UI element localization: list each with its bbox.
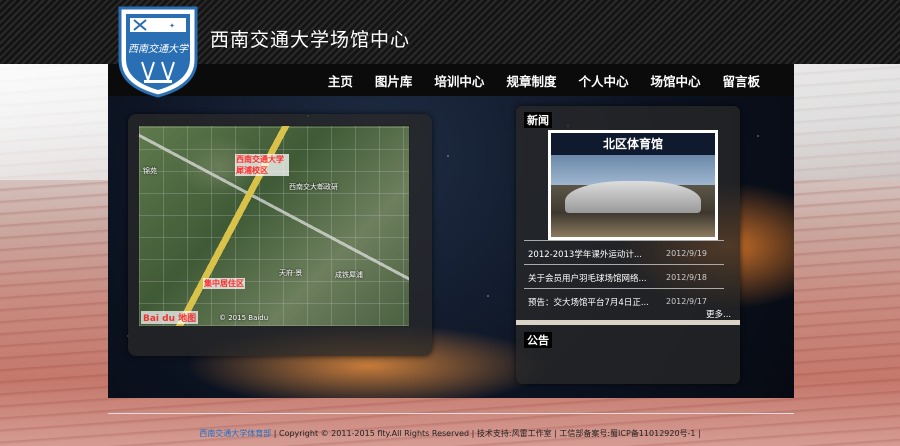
map-copyright: © 2015 Baidu [219, 314, 269, 322]
map-label: 锦苑 [143, 167, 157, 175]
news-date: 2012/9/19 [666, 249, 708, 258]
notice-divider [516, 320, 740, 325]
map-label-residential: 集中居住区 [203, 278, 245, 289]
site-title: 西南交通大学场馆中心 [210, 29, 411, 51]
nav-item-home[interactable]: 主页 [328, 71, 353, 90]
nav-item-rules[interactable]: 规章制度 [506, 71, 556, 90]
footer-org-link[interactable]: 西南交通大学体育部 [199, 429, 271, 438]
news-panel: 新闻 北区体育馆 2012-2013学年课外运动计... 2012/9/19 关… [516, 106, 740, 384]
main-nav: 主页 图片库 培训中心 规章制度 个人中心 场馆中心 留言板 [108, 64, 794, 96]
svg-text:✦: ✦ [169, 22, 175, 30]
news-photo[interactable]: 北区体育馆 [548, 130, 718, 240]
divider [524, 240, 724, 241]
nav-item-personal[interactable]: 个人中心 [578, 71, 628, 90]
news-heading: 新闻 [524, 112, 552, 128]
map-panel: 锦苑 西南交通大学犀浦校区 西南交大郫政研 集中居住区 天府·景 成铁犀浦 Ba… [128, 114, 432, 356]
main-content: 锦苑 西南交通大学犀浦校区 西南交大郫政研 集中居住区 天府·景 成铁犀浦 Ba… [108, 96, 794, 398]
map-label: 西南交大郫政研 [289, 183, 338, 191]
map-label: 天府·景 [279, 269, 303, 277]
nav-item-guestbook[interactable]: 留言板 [722, 71, 760, 90]
stadium-image [565, 181, 701, 213]
photo-caption: 北区体育馆 [602, 137, 663, 151]
news-date: 2012/9/18 [666, 273, 708, 282]
notice-heading: 公告 [524, 332, 552, 348]
footer-divider [108, 413, 794, 414]
news-item[interactable]: 预告：交大场馆平台7月4日正... [528, 296, 649, 308]
nav-item-gallery[interactable]: 图片库 [375, 71, 413, 90]
map-label-campus: 西南交通大学犀浦校区 [235, 154, 289, 176]
news-date: 2012/9/17 [666, 297, 708, 306]
divider [524, 264, 724, 265]
nav-item-venues[interactable]: 场馆中心 [650, 71, 700, 90]
baidu-map-logo: Bai du 地图 [141, 311, 199, 324]
news-item[interactable]: 关于会员用户羽毛球场馆网络... [528, 272, 647, 284]
divider [524, 288, 724, 289]
footer: 西南交通大学体育部 | Copyright © 2011-2015 flty.A… [0, 428, 900, 439]
more-news-link[interactable]: 更多... [706, 308, 731, 320]
nav-item-training[interactable]: 培训中心 [434, 71, 484, 90]
university-logo[interactable]: ✦ 西南交通大学 [116, 4, 200, 98]
campus-map[interactable]: 锦苑 西南交通大学犀浦校区 西南交大郫政研 集中居住区 天府·景 成铁犀浦 Ba… [138, 125, 410, 327]
footer-copyright: | Copyright © 2011-2015 flty.All Rights … [271, 429, 701, 438]
news-item[interactable]: 2012-2013学年课外运动计... [528, 248, 642, 260]
map-label: 成铁犀浦 [335, 271, 363, 279]
svg-text:西南交通大学: 西南交通大学 [128, 43, 189, 55]
